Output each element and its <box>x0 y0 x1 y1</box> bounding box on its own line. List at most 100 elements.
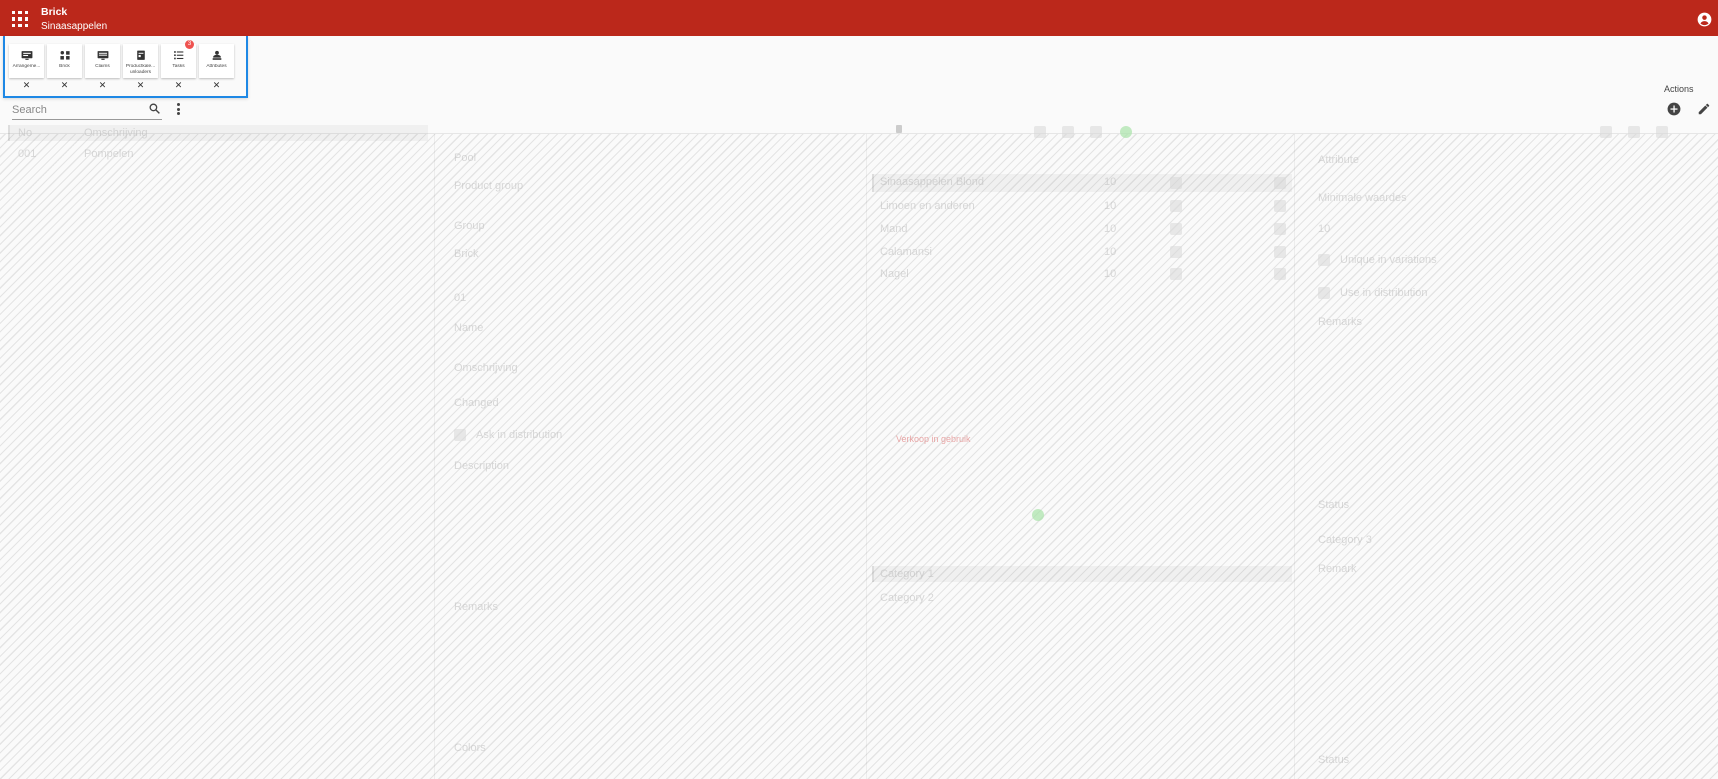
field-changed: Changed <box>454 397 499 409</box>
field-brick-code: 01 <box>454 292 467 304</box>
toolbar-icon <box>1600 126 1612 138</box>
field-minimal-values: Minimale waardes <box>1318 192 1407 204</box>
favourite-productkalender-button[interactable]: Productkale... unloaders <box>123 44 158 78</box>
checkbox-icon <box>454 429 466 441</box>
scrollbar-thumb[interactable] <box>896 125 902 133</box>
toolbar-icon <box>1034 126 1046 138</box>
close-icon[interactable]: ✕ <box>123 80 158 90</box>
table-header-no: No <box>18 127 33 139</box>
search-input[interactable] <box>12 100 162 120</box>
field-name: Name <box>454 322 484 334</box>
calendar-doc-icon <box>136 50 145 60</box>
field-category: Category 3 <box>1318 534 1372 546</box>
table-cell-description: Pompelen <box>84 148 134 160</box>
check-icon <box>1274 223 1286 235</box>
favourite-brick-button[interactable]: Brick <box>47 44 82 78</box>
status-dot-icon <box>1032 509 1044 521</box>
field-use-distribution: Use in distribution <box>1340 287 1428 299</box>
field-status-bottom: Status <box>1318 754 1350 766</box>
middle-link: Verkoop in gebruik <box>896 434 971 444</box>
panel-divider <box>866 134 867 779</box>
status-dot-icon <box>1120 126 1132 138</box>
task-count-badge: 3 <box>185 40 194 49</box>
field-attribute: Attribute <box>1318 154 1359 166</box>
favourite-item: Attributes ✕ <box>199 44 234 90</box>
check-icon <box>1170 200 1182 212</box>
favourite-item: 3 Tasks ✕ <box>161 40 196 90</box>
table-header-description: Omschrijving <box>84 127 148 139</box>
field-omschrijving: Omschrijving <box>454 362 518 374</box>
field-group: Group <box>454 220 485 232</box>
monitor-icon <box>21 51 32 60</box>
check-icon <box>1170 177 1182 189</box>
close-icon[interactable]: ✕ <box>161 80 196 90</box>
table-row-value: 10 <box>1104 176 1117 188</box>
favourite-item: Productkale... unloaders ✕ <box>123 44 158 90</box>
field-brick: Brick <box>454 248 479 260</box>
favourite-arrangements-button[interactable]: Arrangeme... <box>9 44 44 78</box>
field-colors: Colors <box>454 742 486 754</box>
table-row-label: Nagel <box>880 268 909 280</box>
favourite-attributes-button[interactable]: Attributes <box>199 44 234 78</box>
check-icon <box>1274 177 1286 189</box>
favourite-claims-button[interactable]: Claims <box>85 44 120 78</box>
table-row-label: Sinaasappelen Blond <box>880 176 984 188</box>
field-remark: Remark <box>1318 563 1357 575</box>
more-options-icon[interactable] <box>175 103 181 117</box>
field-ask-distribution: Ask in distribution <box>476 429 563 441</box>
check-icon <box>1170 223 1182 235</box>
toolbar-icon <box>1090 126 1102 138</box>
category-row: Category 2 <box>880 592 934 604</box>
panel-divider <box>434 134 435 779</box>
category-row: Category 1 <box>880 568 934 580</box>
field-product-group: Product group <box>454 180 524 192</box>
user-stack-icon <box>212 50 221 60</box>
table-row-label: Mand <box>880 223 908 235</box>
field-pool: Pool <box>454 152 477 164</box>
favourite-item: Claims ✕ <box>85 44 120 90</box>
field-remarks-right: Remarks <box>1318 316 1363 328</box>
field-remarks: Remarks <box>454 601 499 613</box>
pencil-icon[interactable] <box>1697 102 1711 116</box>
table-row-label: Limoen en anderen <box>880 200 975 212</box>
favourites-strip: Arrangeme... ✕ Brick ✕ Claims ✕ Productk… <box>3 36 248 98</box>
close-icon[interactable]: ✕ <box>85 80 120 90</box>
favourite-label: Arrangeme... <box>12 64 41 69</box>
favourite-label: Brick <box>59 64 70 69</box>
apps-grid-icon[interactable] <box>12 11 28 27</box>
app-bar: Brick Sinaasappelen <box>0 0 1718 36</box>
check-icon <box>1274 268 1286 280</box>
account-circle-icon[interactable] <box>1697 12 1712 27</box>
monitor-text-icon <box>97 51 108 60</box>
favourite-item: Brick ✕ <box>47 44 82 90</box>
selected-table-row <box>872 566 1292 582</box>
table-row-label: Calamansi <box>880 246 932 258</box>
favourite-label: Productkale... unloaders <box>125 64 156 75</box>
favourite-label: Claims <box>95 64 110 69</box>
field-minimal-value: 10 <box>1318 223 1331 235</box>
checkbox-icon <box>1318 254 1330 266</box>
field-status: Status <box>1318 499 1350 511</box>
list-header-row <box>8 125 428 141</box>
table-row-value: 10 <box>1104 223 1117 235</box>
search-icon[interactable] <box>148 102 161 115</box>
table-row-value: 10 <box>1104 200 1117 212</box>
list-icon <box>173 51 183 60</box>
toolbar-icon <box>1062 126 1074 138</box>
four-squares-icon <box>59 51 70 60</box>
favourite-label: Tasks <box>172 64 185 69</box>
table-cell-no: 001 <box>18 148 37 160</box>
disabled-content-overlay: No Omschrijving 001 Pompelen Pool Produc… <box>0 125 1718 779</box>
add-circle-icon[interactable] <box>1667 102 1681 116</box>
panel-divider <box>1294 134 1295 779</box>
check-icon <box>1170 268 1182 280</box>
close-icon[interactable]: ✕ <box>199 80 234 90</box>
toolbar-icon <box>1628 126 1640 138</box>
favourite-label: Attributes <box>206 64 227 69</box>
favourite-tasks-button[interactable]: 3 Tasks <box>161 40 196 78</box>
table-row-value: 10 <box>1104 246 1117 258</box>
close-icon[interactable]: ✕ <box>9 80 44 90</box>
check-icon <box>1274 200 1286 212</box>
close-icon[interactable]: ✕ <box>47 80 82 90</box>
checkbox-icon <box>1318 287 1330 299</box>
